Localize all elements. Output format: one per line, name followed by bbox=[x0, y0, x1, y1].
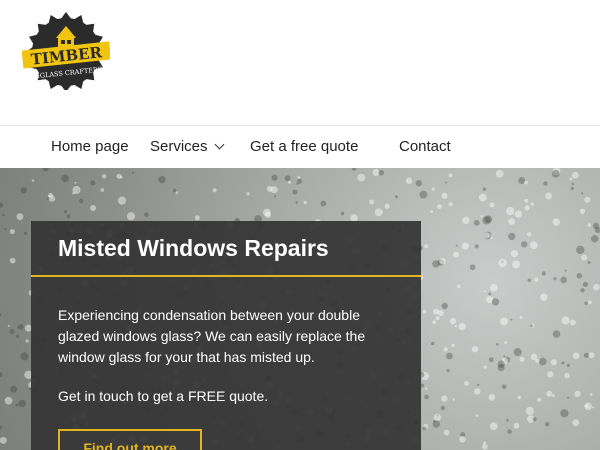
hero-body-text: Experiencing condensation between your d… bbox=[58, 307, 366, 365]
nav-item-services-label: Services bbox=[150, 138, 208, 155]
hero-title: Misted Windows Repairs bbox=[58, 235, 329, 261]
site-header: TIMBER &GLASS CRAFTERS bbox=[0, 0, 600, 125]
nav-item-contact[interactable]: Contact bbox=[399, 138, 451, 155]
main-navigation: Home page Services Get a free quote Cont… bbox=[0, 125, 600, 168]
chevron-down-icon bbox=[214, 139, 224, 150]
find-out-more-button[interactable]: Find out more bbox=[58, 429, 202, 450]
hero-banner: Misted Windows Repairs Experiencing cond… bbox=[0, 168, 600, 450]
site-logo[interactable]: TIMBER &GLASS CRAFTERS bbox=[22, 10, 110, 90]
nav-item-services[interactable]: Services bbox=[150, 138, 224, 155]
nav-item-home-page[interactable]: Home page bbox=[51, 138, 129, 155]
hero-panel: Misted Windows Repairs Experiencing cond… bbox=[31, 221, 421, 450]
saw-blade-logo-icon: TIMBER &GLASS CRAFTERS bbox=[22, 12, 110, 90]
nav-item-get-a-free-quote[interactable]: Get a free quote bbox=[250, 138, 358, 155]
hero-cta-text: Get in touch to get a FREE quote. bbox=[58, 388, 269, 404]
hero-title-divider bbox=[31, 275, 421, 277]
